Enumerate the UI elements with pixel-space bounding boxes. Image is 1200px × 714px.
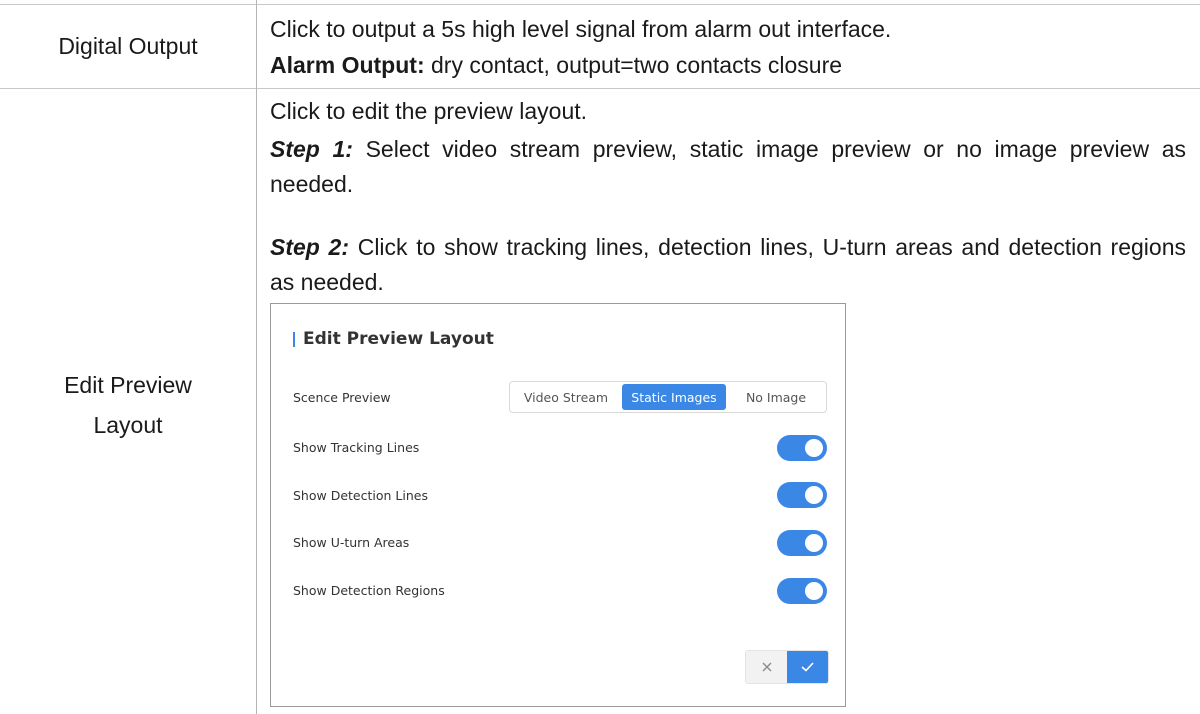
- step-2-text: Click to show tracking lines, detection …: [270, 234, 1186, 295]
- dialog-action-buttons: [745, 650, 829, 684]
- title-accent-bar: [293, 331, 295, 347]
- confirm-button[interactable]: [787, 651, 828, 683]
- scene-preview-label: Scence Preview: [293, 390, 391, 405]
- step-1-paragraph: Step 1: Select video stream preview, sta…: [270, 132, 1186, 202]
- step-2-label: Step 2:: [270, 234, 349, 260]
- alarm-output-label: Alarm Output:: [270, 52, 425, 78]
- toggle-knob: [805, 534, 823, 552]
- toggle-knob: [805, 486, 823, 504]
- show-u-turn-areas-toggle[interactable]: [777, 530, 827, 556]
- step-2-paragraph: Step 2: Click to show tracking lines, de…: [270, 230, 1186, 300]
- row-label-line: Edit Preview: [64, 372, 192, 398]
- toggle-knob: [805, 582, 823, 600]
- show-detection-regions-toggle[interactable]: [777, 578, 827, 604]
- row-label-digital-output: Digital Output: [58, 33, 198, 59]
- segment-no-image[interactable]: No Image: [726, 382, 826, 412]
- document-page: Digital Output Click to output a 5s high…: [0, 0, 1200, 714]
- alarm-output-line: Alarm Output: dry contact, output=two co…: [270, 48, 1186, 83]
- segment-video-stream[interactable]: Video Stream: [510, 382, 622, 412]
- show-detection-lines-label: Show Detection Lines: [293, 488, 428, 503]
- dialog-title-text: Edit Preview Layout: [303, 329, 494, 349]
- step-1-text: Select video stream preview, static imag…: [270, 136, 1186, 197]
- toggle-knob: [805, 439, 823, 457]
- show-detection-regions-label: Show Detection Regions: [293, 583, 445, 598]
- table-row-divider: [0, 88, 1200, 89]
- row-label-line: Layout: [93, 412, 163, 438]
- scene-preview-segmented-control: Video Stream Static Images No Image: [509, 381, 827, 413]
- cancel-button[interactable]: [746, 651, 787, 683]
- table-column-divider: [256, 0, 257, 714]
- edit-preview-intro: Click to edit the preview layout.: [270, 98, 588, 124]
- step-1-label: Step 1:: [270, 136, 353, 162]
- digital-output-description: Click to output a 5s high level signal f…: [270, 16, 892, 42]
- alarm-output-text: dry contact, output=two contacts closure: [424, 52, 843, 78]
- show-detection-lines-toggle[interactable]: [777, 482, 827, 508]
- show-tracking-lines-label: Show Tracking Lines: [293, 440, 420, 455]
- segment-static-images[interactable]: Static Images: [622, 384, 726, 410]
- table-top-border: [0, 4, 1200, 5]
- edit-preview-layout-dialog: Edit Preview Layout Scence Preview Video…: [270, 303, 846, 707]
- close-icon: [762, 662, 771, 672]
- check-icon: [801, 662, 814, 672]
- show-u-turn-areas-label: Show U-turn Areas: [293, 535, 410, 550]
- row-label-edit-preview-layout: Edit Preview Layout: [0, 367, 256, 443]
- dialog-title: Edit Preview Layout: [293, 329, 494, 349]
- show-tracking-lines-toggle[interactable]: [777, 435, 827, 461]
